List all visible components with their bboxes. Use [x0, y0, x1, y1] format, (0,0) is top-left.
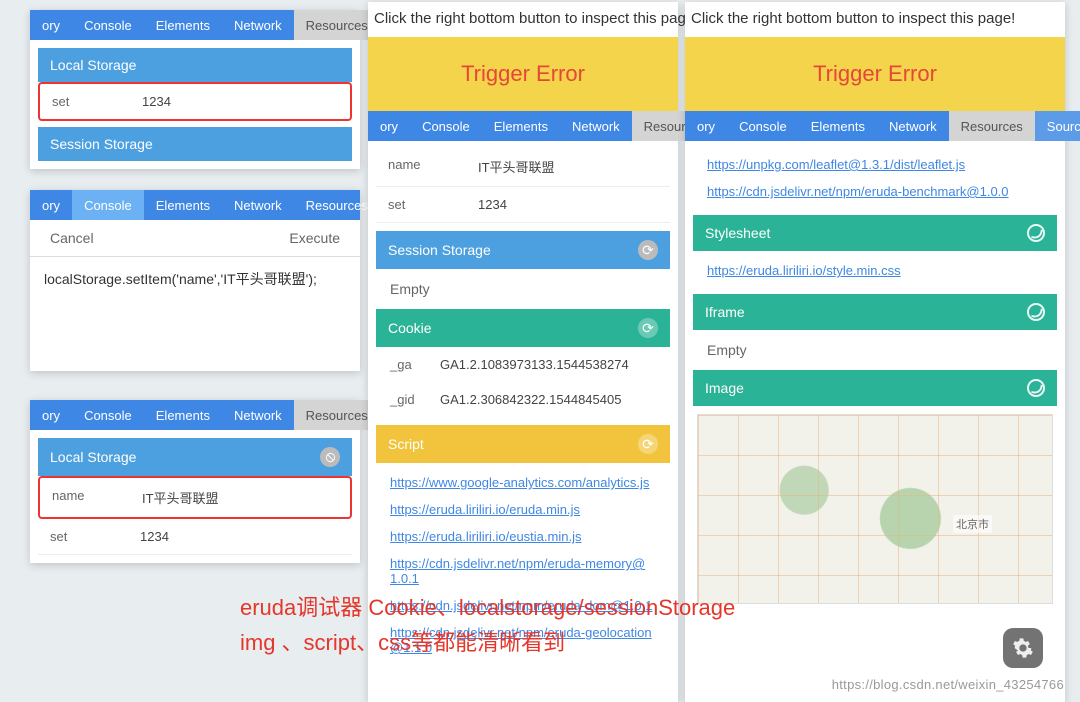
local-storage-header: Local Storage — [38, 48, 352, 82]
tab-resources[interactable]: Resources — [294, 400, 380, 430]
script-link[interactable]: https://unpkg.com/leaflet@1.3.1/dist/lea… — [707, 151, 1043, 178]
tab-network[interactable]: Network — [222, 190, 294, 220]
tab-ory[interactable]: ory — [685, 111, 727, 141]
tab-console[interactable]: Console — [72, 10, 144, 40]
tab-elements[interactable]: Elements — [144, 190, 222, 220]
stylesheet-title: Stylesheet — [705, 225, 770, 241]
console-input[interactable]: localStorage.setItem('name','IT平头哥联盟'); — [30, 256, 360, 301]
map-image — [697, 414, 1053, 604]
storage-key: set — [388, 197, 478, 212]
hint-text: Click the right bottom button to inspect… — [368, 2, 678, 37]
stylesheet-header: Stylesheet — [693, 215, 1057, 251]
storage-key: set — [50, 529, 140, 544]
script-link[interactable]: https://cdn.jsdelivr.net/npm/eruda-memor… — [390, 550, 656, 592]
cookie-row[interactable]: _gid GA1.2.306842322.1544845405 — [376, 382, 670, 417]
tab-console[interactable]: Console — [727, 111, 799, 141]
tab-resources[interactable]: Resources — [949, 111, 1035, 141]
cookie-header: Cookie ⟳ — [376, 309, 670, 347]
refresh-icon[interactable]: ⟳ — [638, 240, 658, 260]
annotation-line: img 、script、css等都能清晰看到 — [240, 625, 735, 660]
inspect-gear-button[interactable] — [1003, 628, 1043, 668]
local-storage-header: Local Storage — [38, 438, 352, 476]
storage-value: 1234 — [478, 197, 658, 212]
trigger-error-button[interactable]: Trigger Error — [685, 37, 1065, 111]
tab-elements[interactable]: Elements — [799, 111, 877, 141]
execute-button[interactable]: Execute — [289, 230, 340, 246]
tab-network[interactable]: Network — [222, 10, 294, 40]
devtools-tabs: ory Console Elements Network Resources — [30, 190, 360, 220]
storage-value: 1234 — [142, 94, 338, 109]
tab-resources[interactable]: Resources — [294, 10, 380, 40]
cookie-key: _ga — [390, 357, 440, 372]
tab-network[interactable]: Network — [877, 111, 949, 141]
image-title: Image — [705, 380, 744, 396]
session-storage-header: Session Storage ⟳ — [376, 231, 670, 269]
empty-label: Empty — [693, 330, 1057, 370]
storage-value: IT平头哥联盟 — [478, 157, 658, 176]
clear-icon[interactable] — [320, 447, 340, 467]
cookie-value: GA1.2.306842322.1544845405 — [440, 392, 621, 407]
local-storage-title: Local Storage — [50, 449, 136, 465]
tab-network[interactable]: Network — [560, 111, 632, 141]
empty-label: Empty — [376, 269, 670, 309]
cookie-row[interactable]: _ga GA1.2.1083973133.1544538274 — [376, 347, 670, 382]
stylesheet-link[interactable]: https://eruda.liriliri.io/style.min.css — [707, 257, 1043, 284]
tab-sources[interactable]: Sources — [1035, 111, 1080, 141]
storage-row[interactable]: set 1234 — [376, 187, 670, 223]
tab-console[interactable]: Console — [410, 111, 482, 141]
stylesheet-links: https://eruda.liriliri.io/style.min.css — [693, 251, 1057, 294]
storage-row[interactable]: set 1234 — [38, 519, 352, 555]
refresh-icon[interactable] — [1027, 303, 1045, 321]
cancel-button[interactable]: Cancel — [50, 230, 94, 246]
storage-value: 1234 — [140, 529, 340, 544]
storage-row[interactable]: name IT平头哥联盟 — [376, 147, 670, 187]
refresh-icon[interactable]: ⟳ — [638, 318, 658, 338]
image-header: Image — [693, 370, 1057, 406]
script-link[interactable]: https://eruda.liriliri.io/eustia.min.js — [390, 523, 656, 550]
storage-key: name — [52, 488, 142, 507]
hint-text: Click the right bottom button to inspect… — [685, 2, 1065, 37]
tab-elements[interactable]: Elements — [144, 10, 222, 40]
tab-resources[interactable]: Resources — [294, 190, 380, 220]
script-links: https://unpkg.com/leaflet@1.3.1/dist/lea… — [693, 147, 1057, 215]
storage-value: IT平头哥联盟 — [142, 488, 338, 507]
refresh-icon[interactable]: ⟳ — [638, 434, 658, 454]
tab-elements[interactable]: Elements — [482, 111, 560, 141]
tab-network[interactable]: Network — [222, 400, 294, 430]
iframe-title: Iframe — [705, 304, 745, 320]
tab-ory[interactable]: ory — [368, 111, 410, 141]
session-storage-header: Session Storage — [38, 127, 352, 161]
annotation-line: eruda调试器 Cookie、localstorage/sessionStor… — [240, 590, 735, 625]
tab-ory[interactable]: ory — [30, 400, 72, 430]
refresh-icon[interactable] — [1027, 224, 1045, 242]
script-link[interactable]: https://eruda.liriliri.io/eruda.min.js — [390, 496, 656, 523]
cookie-title: Cookie — [388, 320, 432, 336]
tab-ory[interactable]: ory — [30, 10, 72, 40]
script-header: Script ⟳ — [376, 425, 670, 463]
tab-console[interactable]: Console — [72, 190, 144, 220]
iframe-header: Iframe — [693, 294, 1057, 330]
storage-key: set — [52, 94, 142, 109]
refresh-icon[interactable] — [1027, 379, 1045, 397]
cookie-key: _gid — [390, 392, 440, 407]
storage-row[interactable]: name IT平头哥联盟 — [38, 476, 352, 519]
session-storage-title: Session Storage — [388, 242, 491, 258]
storage-key: name — [388, 157, 478, 176]
script-link[interactable]: https://www.google-analytics.com/analyti… — [390, 469, 656, 496]
annotation-text: eruda调试器 Cookie、localstorage/sessionStor… — [240, 590, 735, 660]
devtools-tabs: ory Console Elements Network Resources S… — [685, 111, 1065, 141]
devtools-tabs: ory Console Elements Network Resources — [30, 10, 360, 40]
devtools-tabs: ory Console Elements Network Resources — [368, 111, 678, 141]
devtools-tabs: ory Console Elements Network Resources S — [30, 400, 360, 430]
tab-elements[interactable]: Elements — [144, 400, 222, 430]
script-link[interactable]: https://cdn.jsdelivr.net/npm/eruda-bench… — [707, 178, 1043, 205]
cookie-value: GA1.2.1083973133.1544538274 — [440, 357, 629, 372]
watermark: https://blog.csdn.net/weixin_43254766 — [832, 677, 1064, 692]
trigger-error-button[interactable]: Trigger Error — [368, 37, 678, 111]
storage-row[interactable]: set 1234 — [38, 82, 352, 121]
script-title: Script — [388, 436, 424, 452]
tab-ory[interactable]: ory — [30, 190, 72, 220]
tab-console[interactable]: Console — [72, 400, 144, 430]
